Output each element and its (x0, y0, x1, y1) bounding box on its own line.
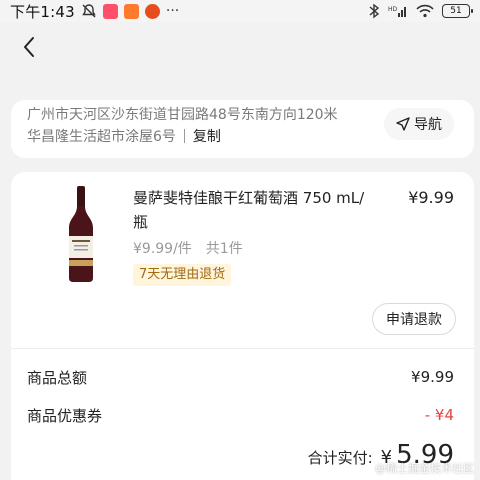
apply-refund-button[interactable]: 申请退款 (372, 303, 456, 335)
battery-level: 51 (450, 6, 462, 16)
back-button[interactable] (14, 32, 44, 62)
divider (11, 348, 474, 349)
subtotal-label: 商品总额 (27, 368, 88, 387)
address-line-2: 华昌隆生活超市涂屋6号 (27, 129, 176, 145)
svg-text:HD: HD (388, 6, 398, 13)
watermark: @稀土掘金技术社区 (375, 462, 474, 475)
coupon-label: 商品优惠券 (27, 406, 103, 425)
bluetooth-icon (369, 3, 380, 19)
coupon-row: 商品优惠券 - ¥4 (27, 403, 454, 427)
product-price: ¥9.99 (408, 188, 454, 207)
status-right: HD 51 (368, 3, 473, 19)
address-line-2-row: 华昌隆生活超市涂屋6号 复制 (27, 126, 367, 148)
navigation-arrow-icon (396, 117, 410, 131)
navigate-label: 导航 (414, 117, 442, 133)
return-policy-badge: 7天无理由退货 (133, 264, 232, 286)
coupon-value: - ¥4 (424, 406, 454, 424)
product-unit-price: ¥9.99/件 (133, 241, 192, 257)
bell-muted-icon (82, 4, 96, 18)
cellular-signal-icon: HD (388, 6, 406, 17)
wine-bottle-image[interactable] (61, 186, 101, 282)
product-sub-info: ¥9.99/件 共1件 (133, 238, 243, 258)
app-notification-icon-2 (123, 3, 139, 19)
chevron-left-icon (24, 37, 34, 57)
address-separator (183, 129, 185, 143)
address-card: 广州市天河区沙东街道甘园路48号东南方向120米 华昌隆生活超市涂屋6号 复制 导… (11, 100, 474, 158)
app-notification-icon-3 (144, 3, 160, 19)
address-text: 广州市天河区沙东街道甘园路48号东南方向120米 华昌隆生活超市涂屋6号 复制 (27, 104, 367, 148)
subtotal-value: ¥9.99 (411, 368, 454, 386)
status-left: 下午1:43 ··· (10, 1, 179, 22)
more-notifications-icon: ··· (165, 3, 180, 19)
status-bar: 下午1:43 ··· HD 51 (0, 0, 480, 22)
copy-address-button[interactable]: 复制 (193, 129, 221, 145)
wifi-icon (416, 4, 434, 18)
battery-icon: 51 (442, 4, 473, 18)
product-quantity: 共1件 (205, 241, 243, 257)
nav-bar (0, 22, 480, 74)
product-name[interactable]: 曼萨斐特佳酿干红葡萄酒 750 mL/瓶 (133, 186, 373, 234)
total-paid-label: 合计实付: (307, 449, 373, 467)
subtotal-row: 商品总额 ¥9.99 (27, 365, 454, 389)
status-time: 下午1:43 (10, 2, 75, 21)
address-line-1: 广州市天河区沙东街道甘园路48号东南方向120米 (27, 107, 338, 123)
navigate-button[interactable]: 导航 (384, 108, 454, 140)
order-card: 曼萨斐特佳酿干红葡萄酒 750 mL/瓶 ¥9.99 ¥9.99/件 共1件 7天… (11, 172, 474, 480)
app-notification-icon-1 (102, 3, 118, 19)
